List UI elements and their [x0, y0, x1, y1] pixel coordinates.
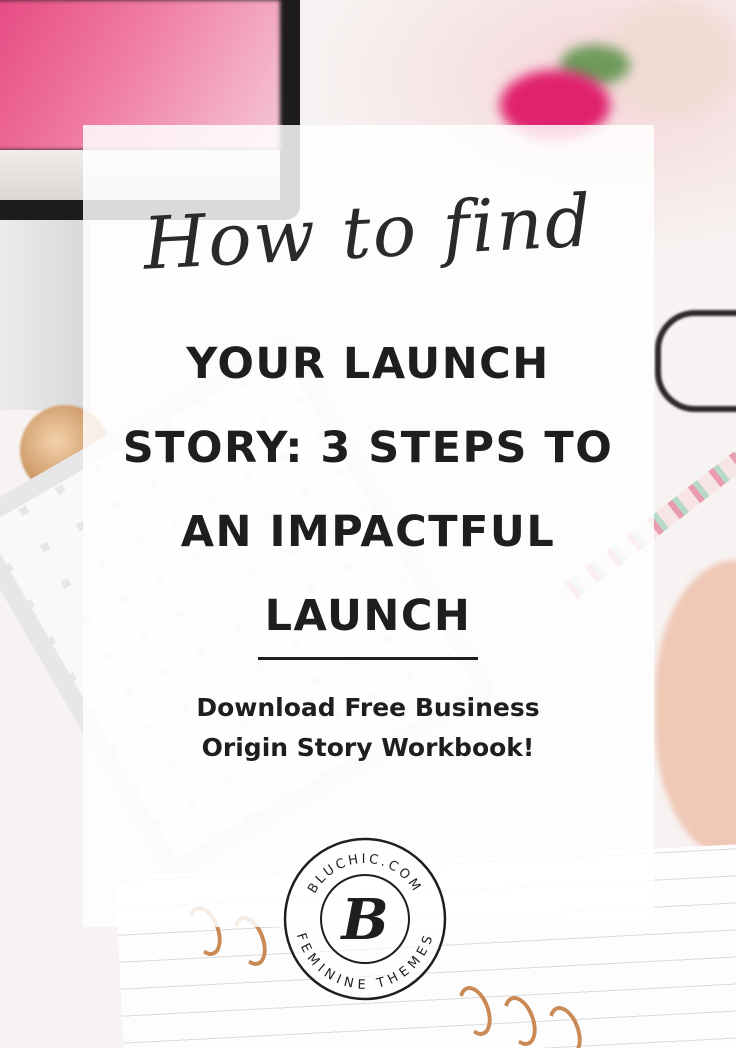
bluchic-logo: BLUCHIC.COM FEMININE THEMES B [283, 837, 447, 1001]
title-line: AN IMPACTFUL [180, 507, 556, 557]
title-line: STORY: 3 STEPS TO [122, 423, 614, 473]
seal-monogram: B [339, 887, 388, 953]
background-glasses [655, 310, 736, 412]
download-cta[interactable]: Download Free Business Origin Story Work… [120, 688, 616, 768]
title-line: YOUR LAUNCH [186, 339, 550, 389]
title-line: LAUNCH [264, 591, 472, 641]
divider [258, 657, 478, 660]
pin-title: YOUR LAUNCH STORY: 3 STEPS TO AN IMPACTF… [100, 322, 636, 658]
cta-line: Download Free Business [196, 693, 540, 722]
background-hand [655, 560, 736, 860]
cta-line: Origin Story Workbook! [201, 733, 535, 762]
